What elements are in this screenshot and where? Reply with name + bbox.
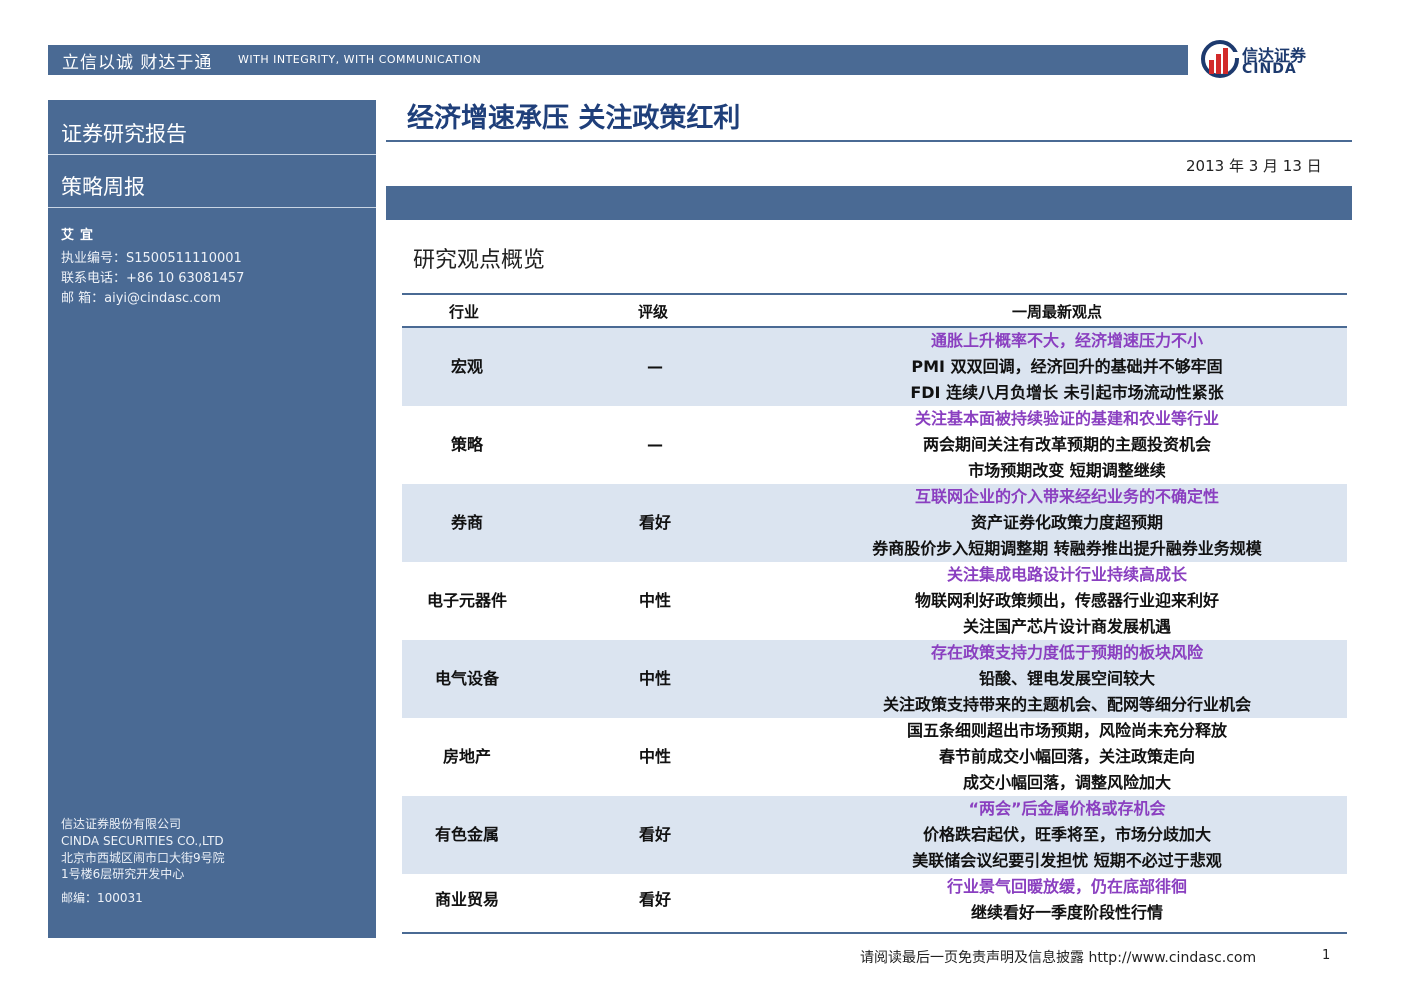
cinda-logo: 信达证券 CINDA	[1200, 38, 1350, 84]
view-line: 成交小幅回落，调整风险加大	[962, 773, 1171, 792]
industry-cell: 策略	[450, 435, 483, 454]
header-band	[386, 186, 1352, 220]
views-cell: 关注基本面被持续验证的基建和农业等行业 两会期间关注有改革预期的主题投资机会 市场预…	[797, 406, 1337, 484]
company-address-2: 1号楼6层研究开发中心	[61, 867, 185, 881]
table-row: 电子元器件 中性 关注集成电路设计行业持续高成长物联网利好政策频出，传感器行业迎来利…	[402, 562, 1347, 641]
company-postcode: 邮编：100031	[61, 891, 143, 905]
slogan-cn: 立信以诚 财达于通	[62, 53, 213, 73]
rating-cell: 中性	[638, 591, 671, 610]
slogan-en: WITH INTEGRITY, WITH COMMUNICATION	[238, 53, 482, 66]
view-line: 美联储会议纪要引发担忧 短期不必过于悲观	[912, 851, 1222, 870]
company-address-1: 北京市西城区闹市口大街9号院	[61, 851, 225, 865]
view-line: 资产证券化政策力度超预期	[970, 513, 1163, 532]
view-line: 价格跌宕起伏，旺季将至，市场分歧加大	[922, 825, 1211, 844]
page-number: 1	[1322, 948, 1331, 963]
view-line: 关注政策支持带来的主题机会、配网等细分行业机会	[882, 695, 1251, 714]
report-date: 2013 年 3 月 13 日	[1186, 157, 1322, 175]
industry-cell: 电气设备	[434, 669, 499, 688]
views-cell: 国五条细则超出市场预期，风险尚未充分释放 春节前成交小幅回落，关注政策走向 成交小幅…	[797, 718, 1337, 796]
rating-cell: 中性	[638, 747, 671, 766]
view-headline: 通胀上升概率不大，经济增速压力不小	[930, 331, 1203, 350]
view-line: 春节前成交小幅回落，关注政策走向	[938, 747, 1195, 766]
slogan-bar: 立信以诚 财达于通 WITH INTEGRITY, WITH COMMUNICA…	[48, 45, 1188, 75]
author-license: 执业编号：S1500511110001	[61, 251, 242, 266]
rating-cell: 看好	[638, 513, 671, 532]
rating-cell: —	[647, 435, 663, 454]
table-row: 券商 看好 互联网企业的介入带来经纪业务的不确定性 资产证券化政策力度超预期券商股价步…	[402, 484, 1347, 563]
view-line: 物联网利好政策频出，传感器行业迎来利好	[914, 591, 1219, 610]
table-top-rule	[402, 293, 1347, 295]
views-cell: 通胀上升概率不大，经济增速压力不小 PMI 双双回调，经济回升的基础并不够牢固 FD…	[797, 328, 1337, 406]
header-industry: 行业	[449, 303, 480, 321]
views-cell: 互联网企业的介入带来经纪业务的不确定性 资产证券化政策力度超预期券商股价步入短期调…	[797, 484, 1337, 562]
header-rating: 评级	[638, 303, 669, 321]
views-cell: 存在政策支持力度低于预期的板块风险 铅酸、锂电发展空间较大关注政策支持带来的主题机…	[797, 640, 1337, 718]
view-headline: 互联网企业的介入带来经纪业务的不确定性	[914, 487, 1219, 506]
author-phone: 联系电话：+86 10 63081457	[61, 271, 245, 286]
author-name: 艾宜	[61, 228, 100, 243]
title-rule	[386, 140, 1352, 142]
view-headline: “两会”后金属价格或存机会	[968, 799, 1166, 818]
industry-cell: 电子元器件	[426, 591, 507, 610]
rating-cell: 看好	[638, 825, 671, 844]
view-line: 市场预期改变 短期调整继续	[968, 461, 1166, 480]
industry-cell: 房地产	[442, 747, 491, 766]
report-type: 证券研究报告	[61, 122, 187, 146]
view-headline: 关注集成电路设计行业持续高成长	[946, 565, 1187, 584]
view-line: 关注国产芯片设计商发展机遇	[962, 617, 1171, 636]
views-cell: 关注集成电路设计行业持续高成长物联网利好政策频出，传感器行业迎来利好 关注国产芯片…	[797, 562, 1337, 640]
cinda-logo-icon	[1201, 40, 1239, 78]
view-headline: 行业景气回暖放缓，仍在底部徘徊	[946, 877, 1187, 896]
rating-cell: 看好	[638, 890, 671, 909]
divider	[48, 154, 376, 155]
view-headline: 国五条细则超出市场预期，风险尚未充分释放	[906, 721, 1227, 740]
author-email[interactable]: 邮 箱：aiyi@cindasc.com	[61, 287, 221, 306]
logo-text-en: CINDA	[1242, 61, 1297, 77]
industry-cell: 商业贸易	[434, 890, 499, 909]
view-headline: 关注基本面被持续验证的基建和农业等行业	[914, 409, 1219, 428]
section-title: 研究观点概览	[413, 248, 546, 273]
industry-cell: 券商	[450, 513, 483, 532]
table-row: 有色金属 看好 “两会”后金属价格或存机会价格跌宕起伏，旺季将至，市场分歧加大 美联储…	[402, 796, 1347, 875]
table-row: 商业贸易 看好 行业景气回暖放缓，仍在底部徘徊 继续看好一季度阶段性行情	[402, 874, 1347, 927]
company-name-cn: 信达证券股份有限公司	[61, 817, 182, 831]
views-cell: “两会”后金属价格或存机会价格跌宕起伏，旺季将至，市场分歧加大 美联储会议纪要引发…	[797, 796, 1337, 874]
table-row: 宏观 — 通胀上升概率不大，经济增速压力不小 PMI 双双回调，经济回升的基础并不够牢…	[402, 328, 1347, 407]
table-row: 电气设备 中性 存在政策支持力度低于预期的板块风险 铅酸、锂电发展空间较大关注政策支持…	[402, 640, 1347, 719]
industry-cell: 宏观	[450, 357, 483, 376]
view-headline: 存在政策支持力度低于预期的板块风险	[930, 643, 1203, 662]
rating-cell: 中性	[638, 669, 671, 688]
industry-cell: 有色金属	[434, 825, 499, 844]
table-row: 房地产 中性 国五条细则超出市场预期，风险尚未充分释放 春节前成交小幅回落，关注政策走…	[402, 718, 1347, 797]
table-row: 策略 — 关注基本面被持续验证的基建和农业等行业 两会期间关注有改革预期的主题投资机会…	[402, 406, 1347, 485]
report-title: 经济增速承压 关注政策红利	[407, 103, 741, 134]
report-subtype: 策略周报	[61, 175, 145, 199]
company-name-en: CINDA SECURITIES CO.,LTD	[61, 834, 224, 848]
divider	[48, 207, 376, 208]
view-line: 两会期间关注有改革预期的主题投资机会	[922, 435, 1211, 454]
views-cell: 行业景气回暖放缓，仍在底部徘徊 继续看好一季度阶段性行情	[797, 874, 1337, 926]
view-line: 继续看好一季度阶段性行情	[970, 903, 1163, 922]
rating-cell: —	[647, 357, 663, 376]
view-line: FDI 连续八月负增长 未引起市场流动性紧张	[910, 383, 1224, 402]
view-line: PMI 双双回调，经济回升的基础并不够牢固	[911, 357, 1223, 376]
view-line: 铅酸、锂电发展空间较大	[978, 669, 1155, 688]
view-line: 券商股价步入短期调整期 转融券推出提升融券业务规模	[872, 539, 1262, 558]
sidebar: 证券研究报告 策略周报 艾宜 执业编号：S1500511110001 联系电话：…	[48, 100, 376, 938]
table-bottom-rule	[402, 932, 1347, 934]
footer-disclaimer[interactable]: 请阅读最后一页免责声明及信息披露 http://www.cindasc.com	[860, 947, 1256, 967]
header-views: 一周最新观点	[1012, 303, 1103, 321]
